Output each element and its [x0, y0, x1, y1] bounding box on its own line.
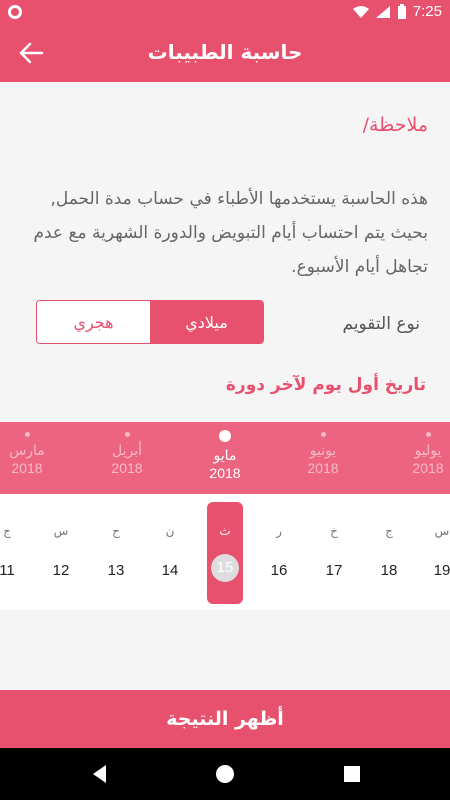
show-result-button[interactable]: أظهر النتيجة — [0, 690, 450, 748]
status-bar: 7:25 — [0, 0, 450, 24]
day-item[interactable]: ح 13 — [98, 494, 134, 610]
day-item[interactable]: ن 14 — [152, 494, 188, 610]
day-number: 13 — [107, 562, 125, 579]
day-number: 16 — [270, 562, 288, 579]
month-year: 2018 — [209, 465, 241, 481]
day-letter: ر — [276, 524, 282, 538]
month-dot — [320, 432, 326, 437]
last-period-label: تاريخ أول يوم لآخر دورة — [225, 375, 426, 395]
wifi-icon — [352, 5, 369, 18]
note-title: ملاحظة/ — [362, 114, 428, 136]
spacer — [0, 610, 450, 690]
month-name: أبريل — [111, 443, 142, 459]
day-number: 17 — [325, 562, 343, 579]
month-year: 2018 — [307, 460, 339, 476]
day-letter: ث — [219, 524, 231, 538]
month-picker: يوليو 2018 يونيو 2018 مايو 2018 أبريل 20… — [0, 422, 450, 494]
day-item[interactable]: ج 18 — [371, 494, 407, 610]
month-year: 2018 — [11, 460, 43, 476]
calendar-type-toggle: هجري ميلادي — [36, 300, 264, 344]
month-name: يوليو — [414, 443, 442, 459]
status-time: 7:25 — [412, 3, 442, 20]
day-item[interactable]: ر 16 — [261, 494, 297, 610]
month-item[interactable]: يوليو 2018 — [383, 422, 450, 494]
back-triangle-icon[interactable] — [88, 762, 112, 786]
month-name: مارس — [9, 443, 45, 459]
day-letter: ج — [3, 524, 11, 538]
system-nav-bar — [0, 748, 450, 800]
month-dot — [124, 432, 130, 437]
day-number: 14 — [161, 562, 179, 579]
day-number: 11 — [0, 562, 15, 579]
day-letter: س — [434, 524, 450, 538]
note-body: هذه الحاسبة يستخدمها الأطباء في حساب مدة… — [33, 189, 428, 277]
app-bar: حاسبة الطبيبات — [0, 24, 450, 82]
day-letter: ن — [165, 524, 175, 538]
day-number: 18 — [380, 562, 398, 579]
month-item-selected[interactable]: مايو 2018 — [180, 422, 270, 494]
day-picker: س 19 ج 18 خ 17 ر 16 ث 15 ن 14 ح 13 س 12 … — [0, 494, 450, 610]
day-number: 12 — [52, 562, 70, 579]
calendar-type-label: نوع التقويم — [342, 314, 420, 334]
main-content: ملاحظة/ هذه الحاسبة يستخدمها الأطباء في … — [0, 82, 450, 420]
month-name: مايو — [213, 448, 237, 464]
month-dot — [24, 432, 30, 437]
gregorian-option[interactable]: ميلادي — [150, 301, 263, 343]
page-title: حاسبة الطبيبات — [147, 40, 303, 64]
day-item-selected[interactable]: ث 15 — [207, 494, 243, 610]
month-item[interactable]: أبريل 2018 — [82, 422, 172, 494]
day-letter: س — [53, 524, 69, 538]
month-dot — [425, 432, 431, 437]
day-item[interactable]: س 12 — [43, 494, 79, 610]
month-year: 2018 — [111, 460, 143, 476]
day-number: 19 — [433, 562, 450, 579]
day-letter: ج — [385, 524, 393, 538]
month-year: 2018 — [412, 460, 444, 476]
signal-icon — [375, 5, 390, 18]
day-letter: خ — [330, 524, 338, 538]
day-item[interactable]: خ 17 — [316, 494, 352, 610]
day-letter: ح — [112, 524, 120, 538]
day-item[interactable]: ج 11 — [0, 494, 25, 610]
month-dot — [219, 430, 231, 442]
day-item[interactable]: س 19 — [424, 494, 450, 610]
status-icons: 7:25 — [352, 3, 442, 20]
day-number: 15 — [211, 554, 239, 582]
month-item[interactable]: يونيو 2018 — [278, 422, 368, 494]
notification-icon — [8, 5, 22, 19]
recents-square-icon[interactable] — [340, 762, 364, 786]
month-name: يونيو — [309, 443, 337, 459]
month-item[interactable]: مارس 2018 — [0, 422, 72, 494]
home-circle-icon[interactable] — [213, 762, 237, 786]
battery-icon — [397, 3, 406, 19]
hijri-option[interactable]: هجري — [37, 301, 150, 343]
